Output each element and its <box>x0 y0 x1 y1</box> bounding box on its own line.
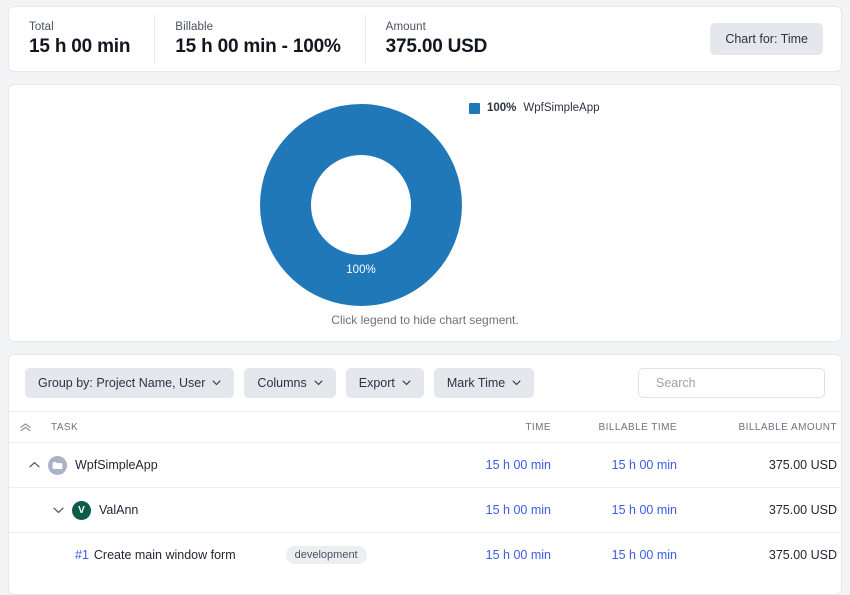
donut-segment-wpfsimpleapp[interactable] <box>260 104 462 306</box>
user-time-value[interactable]: 15 h 00 min <box>486 503 551 517</box>
cell-billable-amount-project: 375.00 USD <box>703 442 841 488</box>
cell-billable-time-project[interactable]: 15 h 00 min <box>575 442 703 488</box>
table-row-project[interactable]: WpfSimpleApp 15 h 00 min 15 h 00 min 375… <box>9 442 841 488</box>
table-head: TASK TIME BILLABLE TIME BILLABLE AMOUNT <box>9 411 841 443</box>
project-time-value[interactable]: 15 h 00 min <box>486 458 551 472</box>
summary-stats: Total 15 h 00 min Billable 15 h 00 min -… <box>9 14 710 64</box>
chevron-down-icon <box>212 380 221 386</box>
cell-billable-amount-user: 375.00 USD <box>703 487 841 533</box>
table-toolbar: Group by: Project Name, User Columns Exp… <box>9 355 841 411</box>
cell-time-task[interactable]: 15 h 00 min <box>455 533 575 578</box>
task-billable-time-value[interactable]: 15 h 00 min <box>612 548 677 562</box>
column-header-task[interactable]: TASK <box>9 411 455 443</box>
chevron-down-icon[interactable] <box>53 506 64 514</box>
search-box[interactable] <box>638 368 825 398</box>
table-body: WpfSimpleApp 15 h 00 min 15 h 00 min 375… <box>9 442 841 578</box>
report-page: Total 15 h 00 min Billable 15 h 00 min -… <box>0 0 850 595</box>
task-id[interactable]: #1 <box>75 548 89 562</box>
chart-hint-text: Click legend to hide chart segment. <box>331 313 519 327</box>
stat-total: Total 15 h 00 min <box>9 15 154 64</box>
donut-chart[interactable]: 100% <box>260 104 462 306</box>
chart-legend-item-wpfsimpleapp[interactable]: 100% WpfSimpleApp <box>469 102 599 114</box>
stat-amount: Amount 375.00 USD <box>364 14 512 64</box>
stat-billable-value: 15 h 00 min - 100% <box>175 35 341 57</box>
project-billable-time-value[interactable]: 15 h 00 min <box>612 458 677 472</box>
table-row-task[interactable]: #1 Create main window form development 15… <box>9 533 841 578</box>
cell-billable-time-task[interactable]: 15 h 00 min <box>575 533 703 578</box>
group-by-label: Group by: Project Name, User <box>38 376 206 390</box>
donut-center-label: 100% <box>346 264 376 276</box>
search-input[interactable] <box>656 376 817 390</box>
cell-time-project[interactable]: 15 h 00 min <box>455 442 575 488</box>
stat-amount-label: Amount <box>385 20 426 33</box>
column-header-time[interactable]: TIME <box>455 411 575 443</box>
legend-label: WpfSimpleApp <box>523 102 600 114</box>
legend-color-swatch-icon <box>469 102 480 114</box>
columns-button[interactable]: Columns <box>244 368 336 398</box>
avatar: V <box>72 500 91 520</box>
project-name: WpfSimpleApp <box>75 458 158 472</box>
task-link[interactable]: #1 Create main window form <box>75 548 236 562</box>
chevron-down-icon <box>512 380 521 386</box>
legend-percent: 100% <box>487 102 517 114</box>
column-header-billable-time[interactable]: BILLABLE TIME <box>575 411 703 443</box>
cell-billable-amount-task: 375.00 USD <box>768 548 837 563</box>
mark-time-button[interactable]: Mark Time <box>433 368 535 398</box>
chevron-down-icon <box>314 380 323 386</box>
stat-amount-value: 375.00 USD <box>385 35 488 57</box>
stat-total-label: Total <box>29 20 54 33</box>
group-by-button[interactable]: Group by: Project Name, User <box>25 368 235 398</box>
task-title[interactable]: Create main window form <box>94 548 236 562</box>
cell-task-user: V ValAnn <box>9 487 455 533</box>
export-button[interactable]: Export <box>345 368 424 398</box>
folder-glyph-icon <box>52 461 63 469</box>
collapse-all-icon[interactable] <box>20 423 31 432</box>
cell-task-entry: #1 Create main window form development <box>9 533 455 578</box>
summary-card: Total 15 h 00 min Billable 15 h 00 min -… <box>8 6 842 72</box>
mark-time-label: Mark Time <box>446 376 506 390</box>
chart-for-button[interactable]: Chart for: Time <box>710 23 823 55</box>
chevron-up-icon[interactable] <box>29 461 40 469</box>
stat-billable: Billable 15 h 00 min - 100% <box>154 14 364 64</box>
table-header-row: TASK TIME BILLABLE TIME BILLABLE AMOUNT <box>9 411 841 443</box>
column-header-task-label: TASK <box>51 422 79 433</box>
task-tag[interactable]: development <box>285 546 367 565</box>
folder-icon <box>48 455 67 475</box>
chart-area: 100% 100% WpfSimpleApp <box>9 85 841 313</box>
table-row-user[interactable]: V ValAnn 15 h 00 min 15 h 00 min 375.00 … <box>9 487 841 533</box>
time-entries-table: TASK TIME BILLABLE TIME BILLABLE AMOUNT <box>9 411 841 578</box>
stat-total-value: 15 h 00 min <box>29 35 131 57</box>
stat-billable-label: Billable <box>175 20 214 33</box>
task-time-value[interactable]: 15 h 00 min <box>486 548 551 562</box>
table-card: Group by: Project Name, User Columns Exp… <box>8 354 842 595</box>
columns-label: Columns <box>257 376 307 390</box>
user-name: ValAnn <box>99 503 139 517</box>
chevron-down-icon <box>402 380 411 386</box>
column-header-billable-amount[interactable]: BILLABLE AMOUNT <box>703 411 841 443</box>
user-billable-time-value[interactable]: 15 h 00 min <box>612 503 677 517</box>
export-label: Export <box>358 376 395 390</box>
chart-card: 100% 100% WpfSimpleApp Click legend to h… <box>8 84 842 342</box>
cell-task-project: WpfSimpleApp <box>9 442 455 488</box>
cell-billable-time-user[interactable]: 15 h 00 min <box>575 487 703 533</box>
cell-time-user[interactable]: 15 h 00 min <box>455 487 575 533</box>
